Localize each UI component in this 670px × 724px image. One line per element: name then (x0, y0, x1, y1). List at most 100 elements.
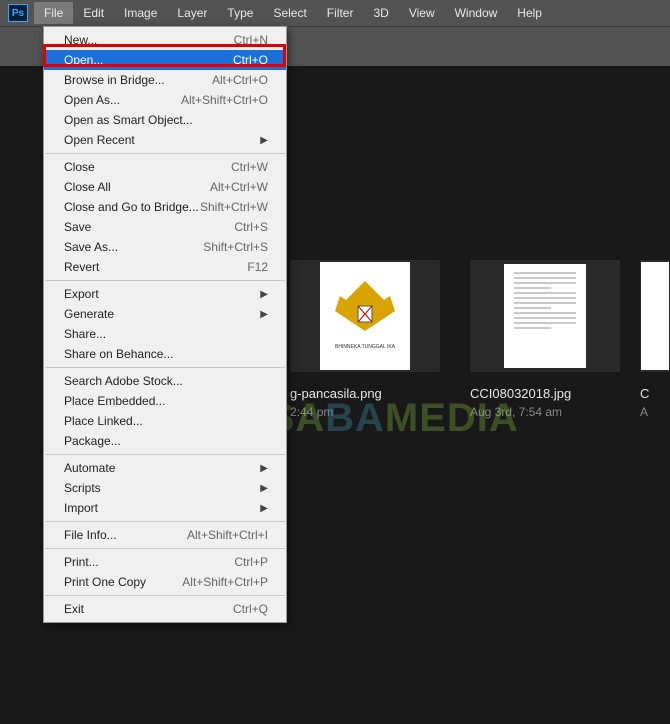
menu-item-label: Save (64, 220, 91, 234)
menu-item-scripts[interactable]: Scripts ▶ (44, 478, 286, 498)
submenu-arrow-icon: ▶ (260, 463, 268, 474)
menu-item-shortcut: Alt+Shift+Ctrl+P (182, 575, 268, 589)
menu-item-shortcut: Alt+Ctrl+O (212, 73, 268, 87)
menu-item-shortcut: F12 (247, 260, 268, 274)
menu-separator (45, 153, 285, 154)
menubar-item-image[interactable]: Image (114, 2, 167, 24)
menu-item-shortcut: Ctrl+N (234, 33, 268, 47)
menu-item-save-as[interactable]: Save As...Shift+Ctrl+S (44, 237, 286, 257)
thumbnail-image (470, 260, 620, 372)
menu-item-export[interactable]: Export ▶ (44, 284, 286, 304)
menubar-item-type[interactable]: Type (217, 2, 263, 24)
menu-item-label: Package... (64, 434, 121, 448)
menu-item-label: Open Recent (64, 133, 135, 147)
app-icon: Ps (8, 4, 28, 22)
menu-item-label: Share on Behance... (64, 347, 173, 361)
menu-item-place-embedded[interactable]: Place Embedded... (44, 391, 286, 411)
menu-item-shortcut: Alt+Ctrl+W (210, 180, 268, 194)
menu-item-close-and-go-to-bridge[interactable]: Close and Go to Bridge...Shift+Ctrl+W (44, 197, 286, 217)
menu-item-open-as-smart-object[interactable]: Open as Smart Object... (44, 110, 286, 130)
submenu-arrow-icon: ▶ (260, 309, 268, 320)
menu-item-new[interactable]: New... Ctrl+N (44, 30, 286, 50)
menu-item-shortcut: Ctrl+P (234, 555, 268, 569)
menu-item-label: Generate (64, 307, 114, 321)
menu-separator (45, 454, 285, 455)
menu-item-share[interactable]: Share... (44, 324, 286, 344)
menu-item-label: Browse in Bridge... (64, 73, 165, 87)
thumbnail-date: A (640, 405, 670, 419)
recent-file-item[interactable]: BHINNEKA TUNGGAL IKA g-pancasila.png 2:44 … (290, 260, 440, 419)
menubar-item-window[interactable]: Window (445, 2, 508, 24)
menu-item-label: Print One Copy (64, 575, 146, 589)
menu-item-label: Close and Go to Bridge... (64, 200, 199, 214)
recent-file-item[interactable]: CCI08032018.jpg Aug 3rd, 7:54 am (470, 260, 620, 419)
menu-separator (45, 521, 285, 522)
menubar-item-select[interactable]: Select (263, 2, 316, 24)
menu-item-label: File Info... (64, 528, 117, 542)
thumbnail-date: Aug 3rd, 7:54 am (470, 405, 620, 419)
menu-item-label: New... (64, 33, 97, 47)
menubar-item-edit[interactable]: Edit (73, 2, 114, 24)
menu-item-close-all[interactable]: Close All Alt+Ctrl+W (44, 177, 286, 197)
menu-item-shortcut: Ctrl+O (233, 53, 268, 67)
menu-item-browse-in-bridge[interactable]: Browse in Bridge... Alt+Ctrl+O (44, 70, 286, 90)
menubar-item-filter[interactable]: Filter (317, 2, 364, 24)
menu-item-label: Search Adobe Stock... (64, 374, 183, 388)
menu-item-open-as[interactable]: Open As...Alt+Shift+Ctrl+O (44, 90, 286, 110)
menu-item-print[interactable]: Print... Ctrl+P (44, 552, 286, 572)
menubar-item-help[interactable]: Help (507, 2, 552, 24)
menu-item-save[interactable]: Save Ctrl+S (44, 217, 286, 237)
menu-item-place-linked[interactable]: Place Linked... (44, 411, 286, 431)
menu-item-shortcut: Ctrl+Q (233, 602, 268, 616)
recent-files: BHINNEKA TUNGGAL IKA g-pancasila.png 2:44 … (290, 260, 620, 419)
menu-item-file-info[interactable]: File Info... Alt+Shift+Ctrl+I (44, 525, 286, 545)
menu-item-label: Open... (64, 53, 103, 67)
menu-item-exit[interactable]: ExitCtrl+Q (44, 599, 286, 619)
submenu-arrow-icon: ▶ (260, 503, 268, 514)
menu-item-close[interactable]: Close Ctrl+W (44, 157, 286, 177)
menu-separator (45, 367, 285, 368)
menu-item-label: Open as Smart Object... (64, 113, 193, 127)
thumbnail-date: 2:44 pm (290, 405, 440, 419)
menubar-item-view[interactable]: View (399, 2, 445, 24)
menubar-item-3d[interactable]: 3D (363, 2, 398, 24)
menu-item-label: Export (64, 287, 99, 301)
menu-item-shortcut: Ctrl+W (231, 160, 268, 174)
thumbnail-filename: g-pancasila.png (290, 386, 440, 401)
svg-text:BHINNEKA TUNGGAL IKA: BHINNEKA TUNGGAL IKA (335, 344, 396, 350)
menu-item-open-recent[interactable]: Open Recent ▶ (44, 130, 286, 150)
menu-item-shortcut: Ctrl+S (234, 220, 268, 234)
menubar-item-layer[interactable]: Layer (167, 2, 217, 24)
menu-item-shortcut: Alt+Shift+Ctrl+I (187, 528, 268, 542)
menu-item-label: Scripts (64, 481, 101, 495)
menu-item-label: Print... (64, 555, 99, 569)
menu-item-label: Revert (64, 260, 99, 274)
menu-item-generate[interactable]: Generate ▶ (44, 304, 286, 324)
menu-item-print-one-copy[interactable]: Print One Copy Alt+Shift+Ctrl+P (44, 572, 286, 592)
menu-item-revert[interactable]: Revert F12 (44, 257, 286, 277)
menu-separator (45, 280, 285, 281)
recent-file-partial[interactable]: CA (640, 260, 670, 419)
menu-item-label: Place Embedded... (64, 394, 165, 408)
file-menu-dropdown: New... Ctrl+N Open... Ctrl+O Browse in Bridg… (43, 26, 287, 623)
submenu-arrow-icon: ▶ (260, 289, 268, 300)
menubar-item-file[interactable]: File (34, 2, 73, 24)
menu-item-label: Share... (64, 327, 106, 341)
thumbnail-image (640, 260, 670, 372)
submenu-arrow-icon: ▶ (260, 135, 268, 146)
thumbnail-filename: CCI08032018.jpg (470, 386, 620, 401)
menu-item-label: Automate (64, 461, 115, 475)
menu-item-search-adobe-stock[interactable]: Search Adobe Stock... (44, 371, 286, 391)
menu-separator (45, 548, 285, 549)
menu-item-label: Close (64, 160, 95, 174)
menu-item-automate[interactable]: Automate ▶ (44, 458, 286, 478)
menu-item-share-on-behance[interactable]: Share on Behance... (44, 344, 286, 364)
menu-item-label: Place Linked... (64, 414, 143, 428)
menu-item-import[interactable]: Import ▶ (44, 498, 286, 518)
menu-item-open[interactable]: Open... Ctrl+O (44, 50, 286, 70)
menu-item-label: Save As... (64, 240, 118, 254)
menu-item-package[interactable]: Package... (44, 431, 286, 451)
menu-item-label: Import (64, 501, 98, 515)
menu-item-label: Close All (64, 180, 111, 194)
submenu-arrow-icon: ▶ (260, 483, 268, 494)
